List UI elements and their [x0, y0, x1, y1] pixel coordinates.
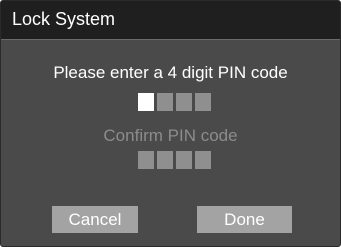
dialog-title: Lock System — [12, 9, 116, 29]
confirm-digit-2[interactable] — [157, 151, 173, 169]
lock-system-dialog: Lock System Please enter a 4 digit PIN c… — [0, 0, 341, 247]
confirm-digit-3[interactable] — [176, 151, 192, 169]
cancel-button[interactable]: Cancel — [52, 206, 138, 233]
pin-entry-prompt: Please enter a 4 digit PIN code — [53, 63, 288, 82]
confirm-digit-4[interactable] — [195, 151, 211, 169]
title-divider — [1, 39, 340, 40]
pin-entry-field[interactable] — [138, 93, 211, 111]
pin-confirm-field[interactable] — [138, 151, 211, 169]
done-button[interactable]: Done — [197, 206, 292, 233]
pin-confirm-prompt: Confirm PIN code — [103, 126, 238, 145]
title-bar: Lock System — [1, 1, 340, 39]
pin-digit-4[interactable] — [195, 93, 211, 111]
pin-digit-3[interactable] — [176, 93, 192, 111]
pin-digit-2[interactable] — [157, 93, 173, 111]
pin-digit-1[interactable] — [138, 93, 154, 111]
confirm-digit-1[interactable] — [138, 151, 154, 169]
